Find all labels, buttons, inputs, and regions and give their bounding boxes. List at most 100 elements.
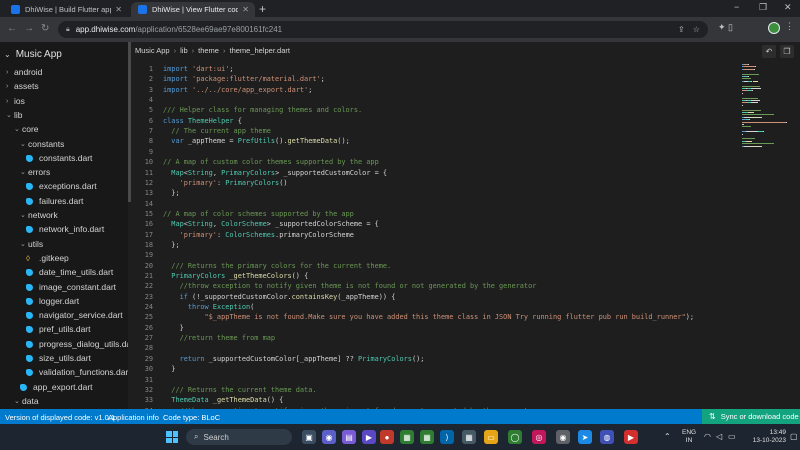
sync-download-label: Sync or download code — [720, 412, 799, 421]
language-code: ENG — [682, 429, 697, 436]
close-tab-icon[interactable]: ✕ — [115, 5, 122, 14]
tree-item[interactable]: exceptions.dart — [26, 180, 97, 193]
tree-item[interactable]: ◊ .gitkeep — [26, 252, 69, 265]
tree-item[interactable]: constants.dart — [26, 152, 92, 165]
chevron-up-icon[interactable]: ⌃ — [664, 432, 671, 441]
code-line: 26 } — [131, 323, 184, 333]
windows-start-icon[interactable] — [166, 431, 178, 443]
vscode-icon[interactable]: ⟩ — [440, 430, 454, 444]
app-icon[interactable]: ◍ — [600, 430, 614, 444]
extensions-icon[interactable]: ✦ ▯ — [718, 22, 733, 33]
instagram-icon[interactable]: ◎ — [532, 430, 546, 444]
tree-item[interactable]: › android — [6, 66, 42, 79]
tree-item[interactable]: network_info.dart — [26, 223, 104, 236]
close-window-icon[interactable]: ✕ — [784, 2, 792, 13]
tree-item-label: lib — [14, 109, 23, 120]
profile-avatar[interactable] — [768, 22, 780, 34]
tree-item[interactable]: navigator_service.dart — [26, 309, 123, 322]
tree-item[interactable]: progress_dialog_utils.dart — [26, 338, 128, 351]
code-token: , — [212, 220, 222, 229]
tree-item[interactable]: pref_utils.dart — [26, 323, 91, 336]
input-language[interactable]: ENG IN — [682, 429, 696, 445]
minimize-icon[interactable]: − — [734, 2, 739, 12]
app-icon[interactable]: ▦ — [462, 430, 476, 444]
tree-item[interactable]: ⌄ network — [20, 209, 58, 222]
forward-icon[interactable]: → — [24, 23, 34, 34]
tree-item[interactable]: ⌄ data — [14, 395, 39, 408]
browser-tab-builder[interactable]: DhiWise | Build Flutter apps inst ✕ — [4, 2, 128, 17]
code-token: PrimaryColors — [358, 354, 412, 363]
tree-item[interactable]: › ios — [6, 95, 25, 108]
code-minimap[interactable] — [742, 64, 794, 184]
code-token: 'primary' — [163, 230, 217, 239]
tree-item[interactable]: › assets — [6, 80, 39, 93]
tree-item[interactable]: image_constant.dart — [26, 281, 116, 294]
volume-icon[interactable]: ◁ — [716, 432, 722, 441]
tree-item[interactable]: size_utils.dart — [26, 352, 91, 365]
wifi-icon[interactable]: ◠ — [704, 432, 711, 441]
back-icon[interactable]: ← — [7, 23, 17, 34]
reload-icon[interactable]: ↻ — [41, 23, 49, 34]
minimap-line — [742, 92, 744, 94]
youtube-icon[interactable]: ▶ — [624, 430, 638, 444]
breadcrumb-item[interactable]: theme_helper.dart — [229, 46, 289, 55]
telegram-icon[interactable]: ➤ — [578, 430, 592, 444]
code-line: 6 class ThemeHelper { — [131, 116, 242, 126]
media-icon[interactable]: ▶ — [362, 430, 376, 444]
browser-tab-view-code[interactable]: DhiWise | View Flutter code ✕ — [131, 2, 255, 17]
browser-menu-icon[interactable]: ⋮ — [785, 21, 794, 32]
teams-icon[interactable]: ◉ — [322, 430, 336, 444]
system-clock[interactable]: 13:49 13-10-2023 — [742, 429, 786, 445]
chrome-icon[interactable]: ◉ — [556, 430, 570, 444]
sync-download-button[interactable]: ⇅ Sync or download code — [702, 409, 800, 424]
breadcrumb-item[interactable]: lib — [180, 46, 188, 55]
maximize-icon[interactable]: ❐ — [759, 2, 767, 13]
minimap-line — [747, 76, 749, 77]
notification-icon[interactable]: ▢ — [790, 432, 798, 441]
share-star-icons[interactable]: ⇪☆ — [678, 25, 708, 34]
tree-item[interactable]: ⌄ utils — [20, 238, 43, 251]
dart-file-icon — [26, 226, 33, 234]
line-number: 15 — [144, 209, 153, 218]
file-explorer-icon[interactable]: ▭ — [484, 430, 498, 444]
minimap-line — [756, 145, 762, 147]
app-icon[interactable]: ▦ — [400, 430, 414, 444]
breadcrumb-item[interactable]: theme — [198, 46, 219, 55]
copy-icon[interactable]: ❐ — [780, 45, 794, 58]
tree-item[interactable]: failures.dart — [26, 195, 83, 208]
battery-icon[interactable]: ▭ — [728, 432, 736, 441]
app-icon[interactable]: ▤ — [342, 430, 356, 444]
code-token: ); — [685, 313, 695, 322]
tree-item[interactable]: ⌄ errors — [20, 166, 50, 179]
application-info-link[interactable]: Application info — [108, 413, 159, 422]
tree-item-label: validation_functions.dart — [39, 367, 128, 378]
taskbar-search[interactable]: ⌕ Search — [186, 429, 292, 445]
task-view-icon[interactable]: ▣ — [302, 430, 316, 444]
project-title[interactable]: ⌄ Music App — [4, 49, 62, 60]
tree-item[interactable]: ⌄ constants — [20, 138, 64, 151]
tree-item[interactable]: logger.dart — [26, 295, 79, 308]
tree-item[interactable]: ⌄ core — [14, 123, 39, 136]
app-icon[interactable]: ▦ — [420, 430, 434, 444]
breadcrumb-item[interactable]: Music App — [135, 46, 170, 55]
code-editor[interactable]: 1 import 'dart:ui'; 2 import 'package:flutt… — [131, 64, 739, 409]
code-token: String — [187, 220, 213, 229]
close-tab-icon[interactable]: ✕ — [242, 5, 249, 14]
tab-title: DhiWise | Build Flutter apps inst — [25, 5, 111, 14]
tree-item[interactable]: app_export.dart — [20, 381, 93, 394]
app-icon[interactable]: ● — [380, 430, 394, 444]
new-tab-button[interactable]: + — [259, 2, 266, 16]
minimap-line — [742, 114, 774, 116]
code-token: , — [212, 168, 222, 177]
tree-item[interactable]: validation_functions.dart — [26, 366, 128, 379]
history-icon[interactable]: ↶ — [762, 45, 776, 58]
minimap-line — [745, 131, 759, 133]
address-bar[interactable]: 🔒︎ app.dhiwise.com /application/6528ee69… — [58, 21, 708, 38]
code-token: return — [163, 354, 209, 363]
app-icon[interactable]: ◯ — [508, 430, 522, 444]
code-token: { — [233, 116, 242, 125]
tree-item[interactable]: date_time_utils.dart — [26, 266, 113, 279]
tree-item-label: core — [22, 124, 39, 135]
breadcrumb-separator-icon: › — [173, 46, 177, 55]
tree-item[interactable]: ⌄ lib — [6, 109, 23, 122]
